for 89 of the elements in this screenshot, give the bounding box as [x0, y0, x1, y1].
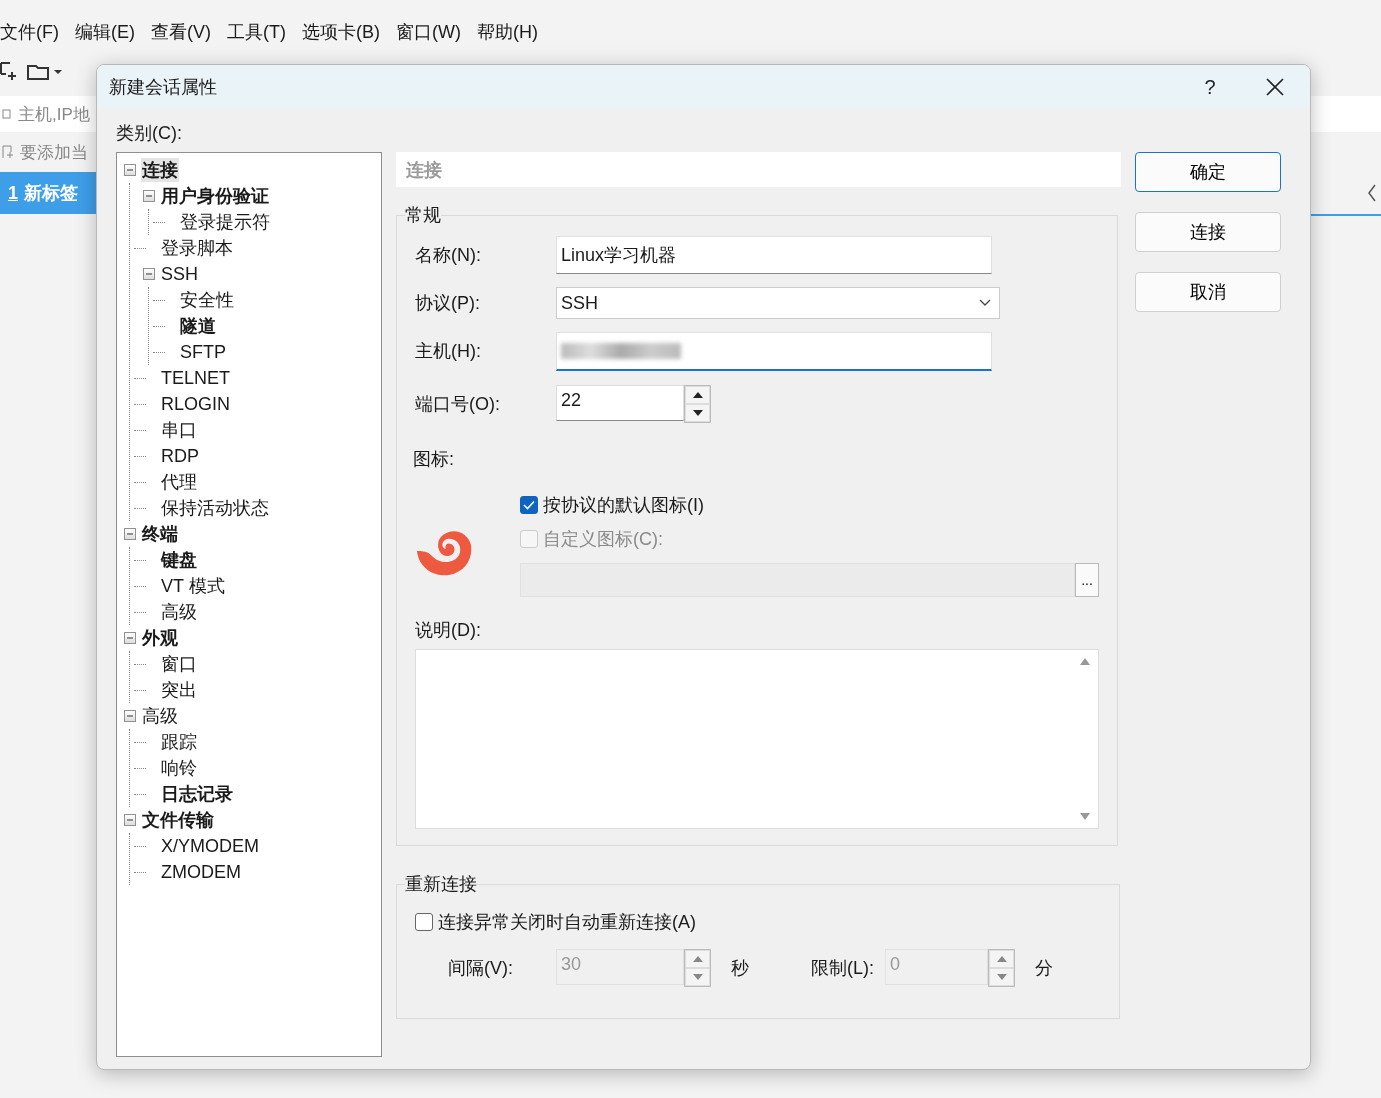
field-label: 主机(H): [415, 340, 482, 363]
collapse-icon[interactable] [143, 190, 155, 202]
tree-item[interactable]: 文件传输 [141, 808, 215, 832]
bookmark-hint: 要添加当 [20, 141, 88, 164]
dialog-button[interactable]: 确定 [1135, 152, 1281, 192]
chevron-left-icon[interactable] [1367, 184, 1377, 202]
tree-item[interactable]: 跟踪 [160, 730, 198, 754]
menu-item[interactable]: 工具(T) [227, 20, 286, 46]
section-header: 连接 [396, 152, 1121, 187]
new-session-icon[interactable] [0, 62, 16, 82]
menu-item[interactable]: 帮助(H) [476, 20, 538, 46]
menu-item[interactable]: 查看(V) [151, 20, 211, 46]
browse-button[interactable]: ... [1075, 563, 1099, 597]
group-legend: 重新连接 [405, 872, 477, 896]
scroll-down-icon[interactable] [1080, 813, 1090, 820]
field-label: 图标: [413, 448, 455, 471]
name-field[interactable]: Linux学习机器 [556, 236, 992, 274]
tree-item[interactable]: 登录脚本 [160, 236, 234, 260]
tree-item[interactable]: 窗口 [160, 652, 198, 676]
unit-label: 秒 [730, 957, 750, 980]
tree-item[interactable]: SFTP [179, 341, 227, 363]
host-icon [2, 108, 12, 120]
field-label: 名称(N): [415, 244, 482, 267]
port-field[interactable]: 22 [556, 385, 684, 421]
tree-item[interactable]: 串口 [160, 418, 198, 442]
spin-up-button[interactable] [685, 386, 710, 404]
scroll-up-icon[interactable] [1080, 658, 1090, 665]
tree-item[interactable]: X/YMODEM [160, 835, 260, 857]
menu-item[interactable]: 文件(F) [0, 20, 59, 46]
tree-item[interactable]: TELNET [160, 367, 231, 389]
tree-item[interactable]: 终端 [141, 522, 179, 546]
tree-item[interactable]: 安全性 [179, 288, 235, 312]
tree-item[interactable]: 登录提示符 [179, 210, 271, 234]
tree-item[interactable]: 突出 [160, 678, 198, 702]
icon-path-field[interactable] [520, 563, 1075, 597]
checkbox[interactable]: 按协议的默认图标(I) [520, 493, 1099, 517]
field-label: 限制(L): [811, 957, 875, 980]
tree-item[interactable]: 高级 [160, 600, 198, 624]
tree-item[interactable]: ZMODEM [160, 861, 242, 883]
tree-item[interactable]: 用户身份验证 [160, 184, 270, 208]
menu-item[interactable]: 选项卡(B) [301, 20, 380, 46]
group-legend: 常规 [405, 203, 441, 227]
menu-item[interactable]: 窗口(W) [395, 20, 461, 46]
dialog-button[interactable]: 连接 [1135, 212, 1281, 252]
tree-item[interactable]: SSH [160, 263, 199, 285]
address-field[interactable]: 主机,IP地 [18, 102, 90, 126]
collapse-icon[interactable] [124, 710, 136, 722]
tree-item[interactable]: 高级 [141, 704, 179, 728]
collapse-icon[interactable] [124, 632, 136, 644]
tree-item[interactable]: 代理 [160, 470, 198, 494]
chevron-down-icon [979, 299, 991, 307]
tree-item[interactable]: 连接 [141, 158, 179, 182]
tree-item[interactable]: 保持活动状态 [160, 496, 270, 520]
field-label: 间隔(V): [447, 957, 514, 980]
protocol-dropdown[interactable]: SSH [556, 287, 1000, 319]
spin-down-button[interactable] [685, 404, 710, 422]
collapse-icon[interactable] [124, 528, 136, 540]
tree-item[interactable]: RDP [160, 445, 200, 467]
checkbox-box[interactable] [520, 496, 538, 514]
host-field[interactable] [556, 331, 992, 371]
down-arrow-icon [692, 410, 703, 416]
shell-icon [415, 529, 473, 577]
dialog-button[interactable]: 取消 [1135, 272, 1281, 312]
tree-item[interactable]: 隧道 [179, 314, 217, 338]
tree-item[interactable]: 日志记录 [160, 782, 234, 806]
category-label: 类别(C): [116, 122, 183, 143]
collapse-icon[interactable] [124, 164, 136, 176]
folder-icon[interactable] [26, 62, 62, 82]
description-field[interactable] [415, 649, 1099, 829]
tree-item[interactable]: 外观 [141, 626, 179, 650]
help-button[interactable]: ? [1180, 74, 1240, 100]
field-label: 说明(D): [415, 619, 482, 642]
up-arrow-icon [996, 956, 1007, 962]
down-arrow-icon [996, 974, 1007, 980]
tree-item[interactable]: 响铃 [160, 756, 198, 780]
tree-item[interactable]: VT 模式 [160, 574, 226, 598]
collapse-icon[interactable] [143, 268, 155, 280]
bookmark-icon [2, 145, 14, 159]
up-arrow-icon [692, 392, 703, 398]
down-arrow-icon [692, 974, 703, 980]
unit-label: 分 [1034, 957, 1054, 980]
field-label: 协议(P): [415, 292, 481, 315]
tree-item[interactable]: 键盘 [160, 548, 198, 572]
up-arrow-icon [692, 956, 703, 962]
field-label: 端口号(O): [415, 393, 501, 416]
tree-item[interactable]: RLOGIN [160, 393, 231, 415]
menu-item[interactable]: 编辑(E) [75, 20, 135, 46]
collapse-icon[interactable] [124, 814, 136, 826]
dialog-title: 新建会话属性 [109, 76, 218, 99]
